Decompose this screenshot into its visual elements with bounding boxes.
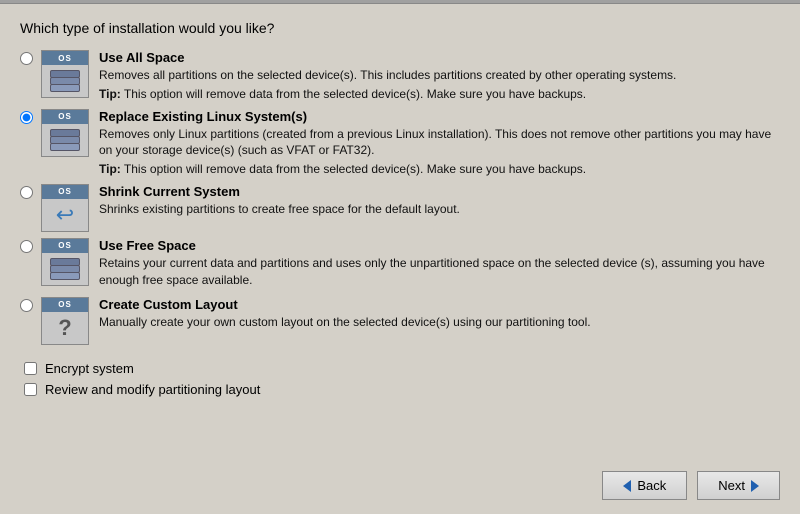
option-desc-use-all-space: Removes all partitions on the selected d… (99, 67, 780, 84)
checkbox-review[interactable] (24, 383, 37, 396)
option-content-use-all-space: Use All Space Removes all partitions on … (99, 50, 780, 103)
checkbox-encrypt-label: Encrypt system (45, 361, 134, 376)
option-title-shrink-current: Shrink Current System (99, 184, 780, 199)
option-content-use-free-space: Use Free Space Retains your current data… (99, 238, 780, 291)
option-create-custom: OS ? Create Custom Layout Manually creat… (20, 297, 780, 345)
radio-shrink-current[interactable] (20, 186, 33, 199)
page-question: Which type of installation would you lik… (20, 20, 780, 36)
option-desc-shrink-current: Shrinks existing partitions to create fr… (99, 201, 780, 218)
back-arrow-icon (623, 480, 631, 492)
checkbox-review-label: Review and modify partitioning layout (45, 382, 260, 397)
option-replace-existing: OS Replace Existing Linux System(s) Remo… (20, 109, 780, 178)
checkbox-review-row: Review and modify partitioning layout (24, 382, 780, 397)
checkbox-encrypt-row: Encrypt system (24, 361, 780, 376)
option-use-all-space: OS Use All Space Removes all partitions … (20, 50, 780, 103)
option-content-create-custom: Create Custom Layout Manually create you… (99, 297, 780, 333)
icon-use-all-space: OS (41, 50, 89, 98)
checkboxes-section: Encrypt system Review and modify partiti… (24, 361, 780, 397)
next-button[interactable]: Next (697, 471, 780, 500)
option-title-replace-existing: Replace Existing Linux System(s) (99, 109, 780, 124)
option-tip-replace-existing: Tip: This option will remove data from t… (99, 161, 780, 178)
icon-replace-existing: OS (41, 109, 89, 157)
option-desc-create-custom: Manually create your own custom layout o… (99, 314, 780, 331)
icon-use-free-space: OS (41, 238, 89, 286)
radio-use-all-space[interactable] (20, 52, 33, 65)
option-content-replace-existing: Replace Existing Linux System(s) Removes… (99, 109, 780, 178)
back-button[interactable]: Back (602, 471, 687, 500)
icon-shrink-current: OS ↩ (41, 184, 89, 232)
footer-buttons: Back Next (602, 471, 780, 500)
radio-replace-existing[interactable] (20, 111, 33, 124)
option-title-create-custom: Create Custom Layout (99, 297, 780, 312)
shrink-arrow-icon: ↩ (56, 202, 74, 228)
next-arrow-icon (751, 480, 759, 492)
checkbox-encrypt[interactable] (24, 362, 37, 375)
radio-create-custom[interactable] (20, 299, 33, 312)
next-label: Next (718, 478, 745, 493)
radio-use-free-space[interactable] (20, 240, 33, 253)
icon-create-custom: OS ? (41, 297, 89, 345)
option-desc-replace-existing: Removes only Linux partitions (created f… (99, 126, 780, 160)
option-desc-use-free-space: Retains your current data and partitions… (99, 255, 780, 289)
option-title-use-all-space: Use All Space (99, 50, 780, 65)
option-shrink-current: OS ↩ Shrink Current System Shrinks exist… (20, 184, 780, 232)
back-label: Back (637, 478, 666, 493)
option-content-shrink-current: Shrink Current System Shrinks existing p… (99, 184, 780, 220)
option-use-free-space: OS Use Free Space Retains your current d… (20, 238, 780, 291)
option-title-use-free-space: Use Free Space (99, 238, 780, 253)
question-mark-icon: ? (58, 315, 71, 341)
option-tip-use-all-space: Tip: This option will remove data from t… (99, 86, 780, 103)
